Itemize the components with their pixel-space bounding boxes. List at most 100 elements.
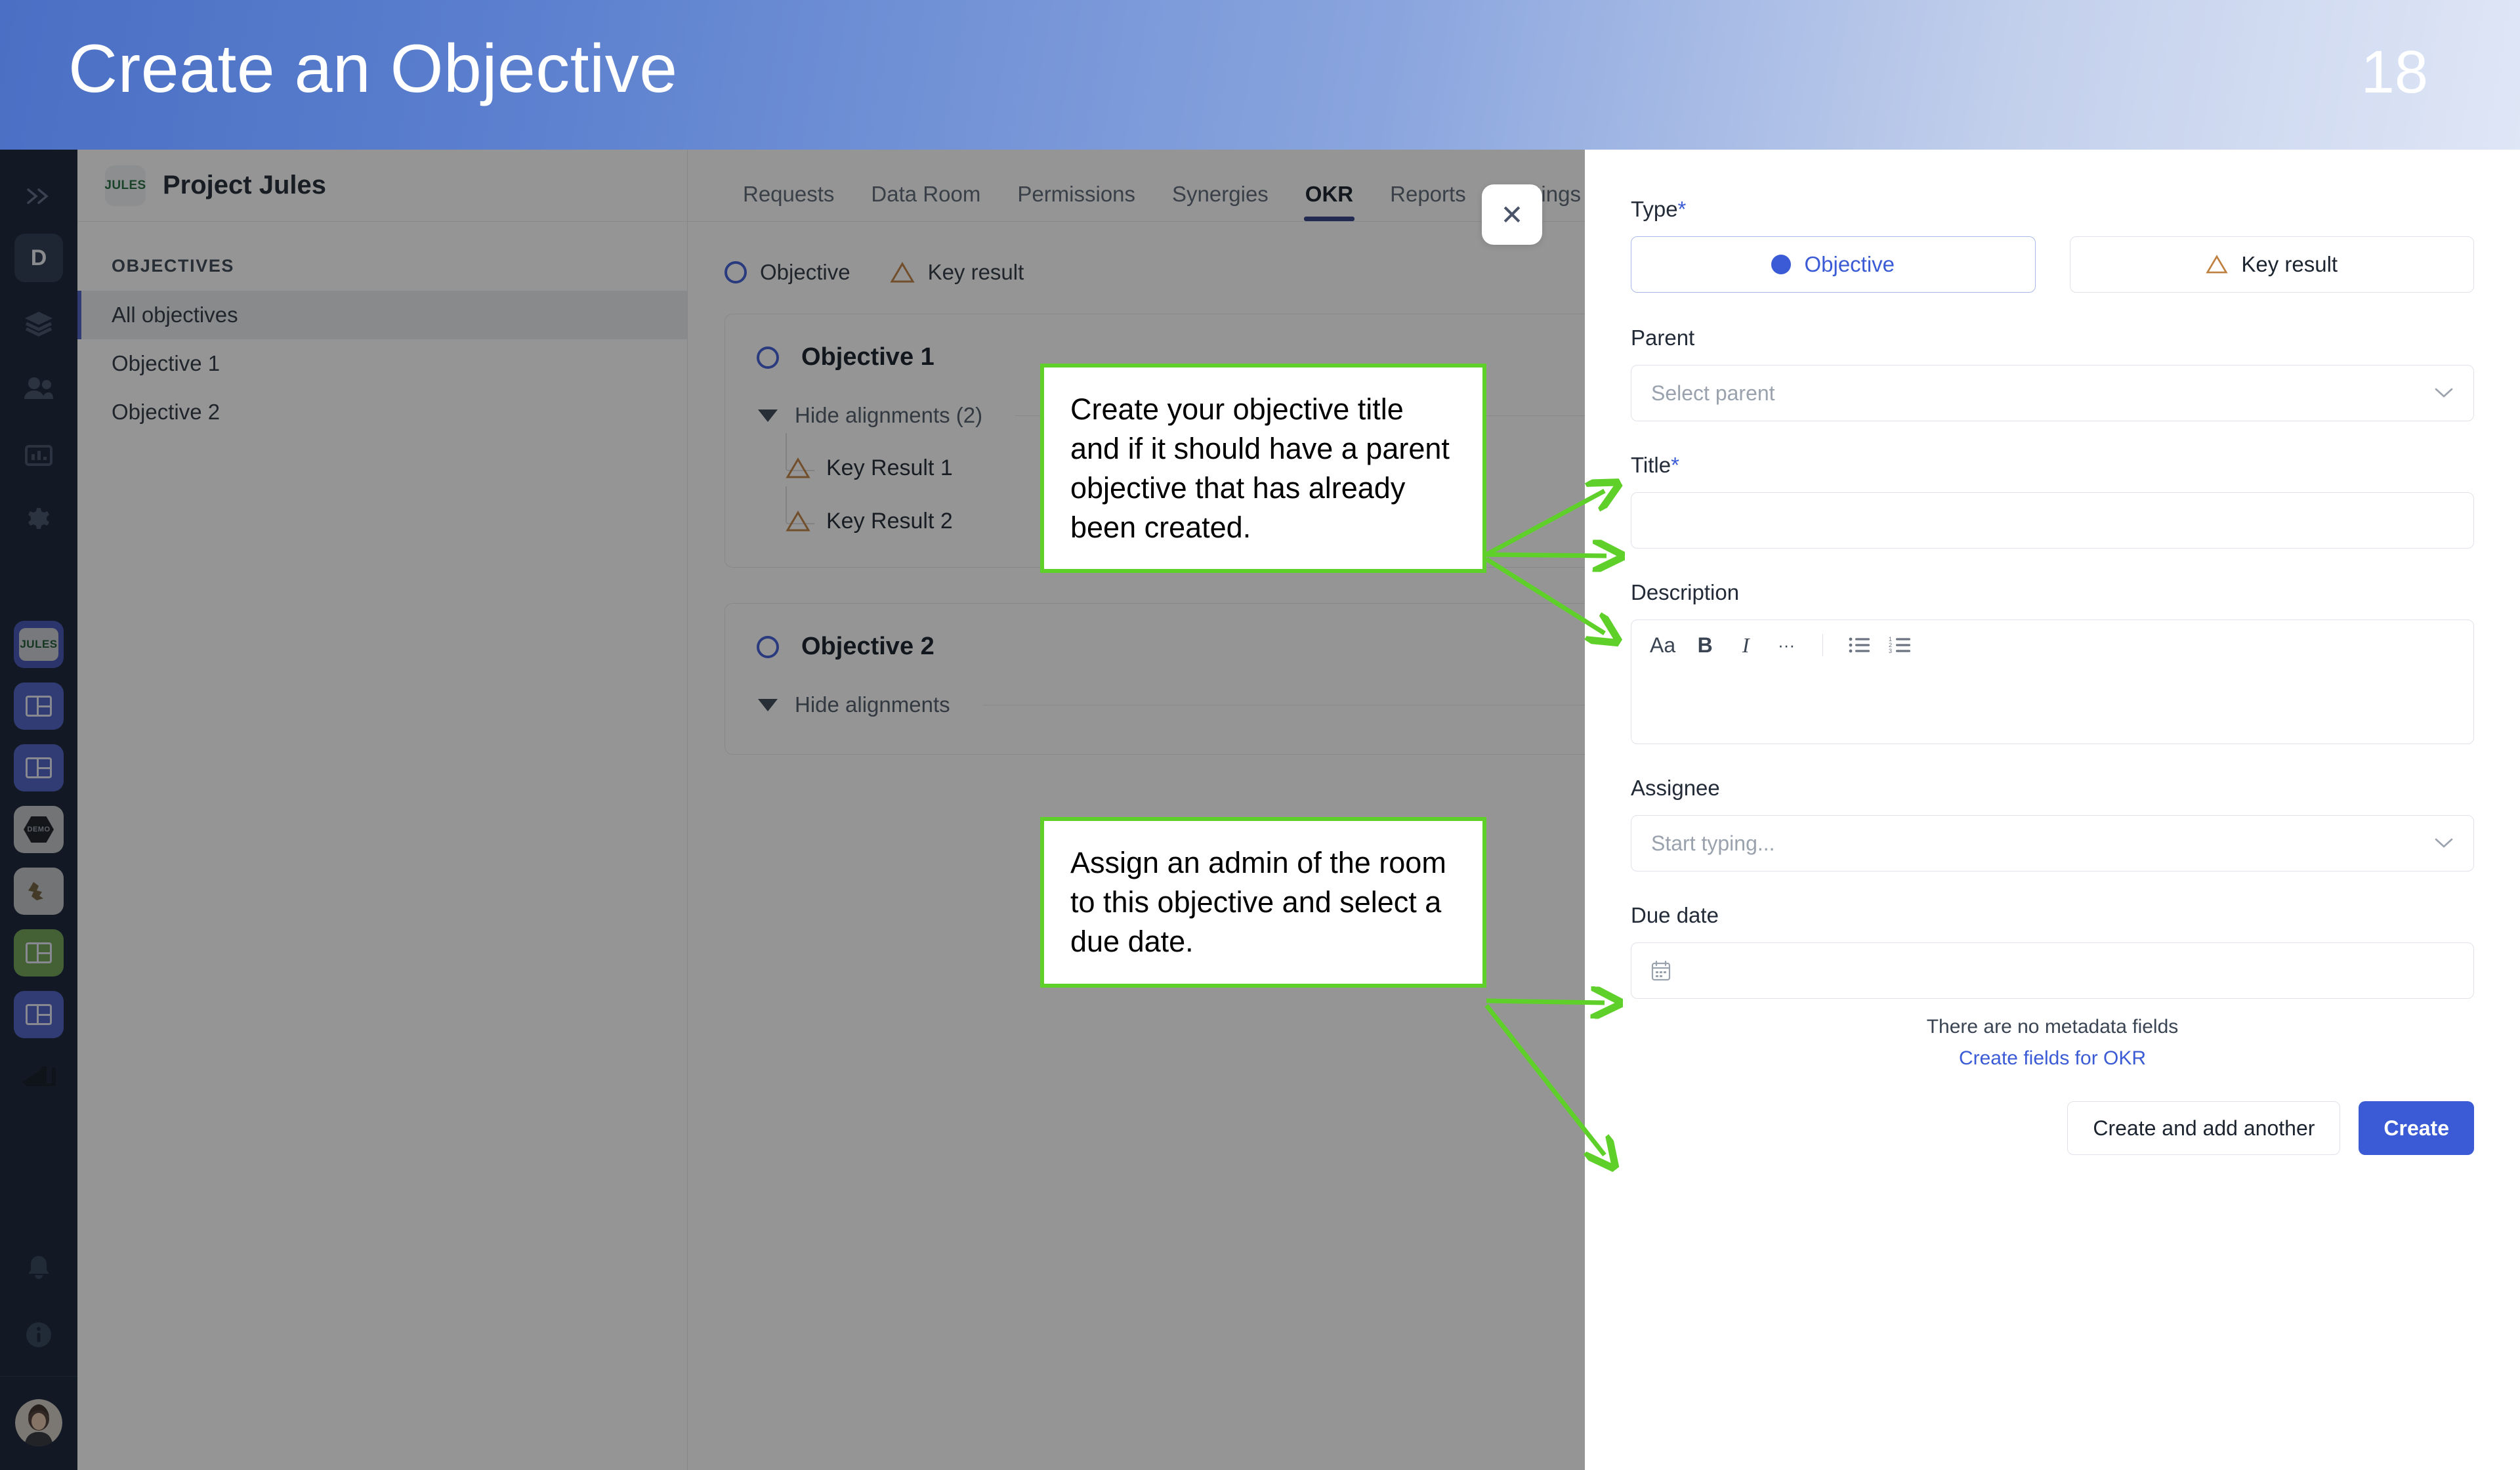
tab-data-room[interactable]: Data Room (852, 182, 999, 221)
chevron-down-icon (2434, 837, 2454, 849)
slide-number: 18 (2361, 39, 2428, 106)
objectives-sidebar: JULES Project Jules OBJECTIVES All objec… (77, 150, 688, 1470)
board-icon (26, 696, 52, 717)
key-result-triangle-icon (2206, 255, 2229, 274)
create-objective-drawer: Type* Objective Key result Parent Select… (1585, 150, 2520, 1470)
alignments-label: Hide alignments (2) (795, 403, 983, 427)
due-date-field-label: Due date (1631, 903, 1719, 927)
sidebar-item-label: All objectives (112, 303, 238, 327)
user-avatar[interactable] (15, 1399, 62, 1446)
legend-objective: Objective (724, 260, 850, 285)
create-button[interactable]: Create (2359, 1101, 2474, 1155)
sidebar-item-all-objectives[interactable]: All objectives (77, 291, 687, 339)
objective-circle-icon (757, 635, 779, 658)
project-tile-demo[interactable]: DEMO (14, 806, 64, 853)
slide-header: Create an Objective 18 (0, 0, 2520, 150)
legend-key-result-label: Key result (927, 260, 1024, 284)
chevron-down-icon (758, 409, 778, 422)
objective-dot-icon (1771, 255, 1792, 274)
tab-synergies[interactable]: Synergies (1154, 182, 1287, 221)
create-fields-link[interactable]: Create fields for OKR (1631, 1047, 2474, 1070)
numbered-list-icon[interactable]: 123 (1889, 632, 1911, 658)
type-field-label: Type* (1631, 197, 2474, 222)
description-editor[interactable]: Aa B I ··· 123 (1631, 620, 2474, 744)
page-title: Create an Objective (68, 31, 678, 107)
description-toolbar: Aa B I ··· 123 (1631, 620, 2473, 658)
project-tile-2[interactable] (14, 682, 64, 730)
rail-divider (0, 1376, 77, 1377)
due-date-input[interactable] (1631, 942, 2474, 999)
app-screenshot: D JULES DEMO JULES Project Jules OBJECTI… (0, 150, 2520, 1470)
project-name: Project Jules (163, 171, 327, 200)
svg-text:3: 3 (1889, 648, 1892, 654)
key-result-title: Key Result 1 (826, 455, 953, 480)
type-option-objective[interactable]: Objective (1631, 236, 2036, 293)
app-rail: D JULES DEMO (0, 150, 77, 1470)
callout-assignee-due: Assign an admin of the room to this obje… (1040, 817, 1486, 988)
tab-requests[interactable]: Requests (724, 182, 852, 221)
board-icon (26, 942, 52, 963)
more-formats-icon[interactable]: ··· (1775, 632, 1797, 658)
tab-permissions[interactable]: Permissions (999, 182, 1154, 221)
required-asterisk: * (1671, 453, 1679, 477)
callout-title-parent: Create your objective title and if it sh… (1040, 364, 1486, 574)
title-input[interactable] (1631, 492, 2474, 549)
board-icon (26, 757, 52, 778)
font-size-icon[interactable]: Aa (1650, 632, 1675, 658)
bulleted-list-icon[interactable] (1848, 632, 1870, 658)
expand-rail-icon[interactable] (14, 172, 63, 220)
type-option-key-result[interactable]: Key result (2069, 236, 2474, 293)
key-result-title: Key Result 2 (826, 509, 953, 534)
bold-icon[interactable]: B (1694, 632, 1716, 658)
alignments-label: Hide alignments (795, 692, 950, 717)
project-tile-8[interactable] (14, 1053, 64, 1100)
people-icon[interactable] (14, 365, 63, 413)
title-label-text: Title (1631, 453, 1671, 477)
parent-select[interactable]: Select parent (1631, 365, 2474, 421)
project-tile-5[interactable] (14, 868, 64, 915)
parent-field-label: Parent (1631, 326, 1695, 350)
title-field-label: Title* (1631, 453, 2474, 478)
type-option-label: Objective (1804, 252, 1895, 276)
objective-title: Objective 1 (801, 343, 934, 371)
project-tile-jules[interactable]: JULES (14, 621, 64, 668)
settings-gear-icon[interactable] (14, 496, 63, 545)
workspace-avatar[interactable]: D (14, 234, 63, 282)
sidebar-item-label: Objective 1 (112, 351, 220, 375)
italic-icon[interactable]: I (1734, 632, 1757, 658)
tab-reports[interactable]: Reports (1372, 182, 1484, 221)
analytics-icon[interactable] (14, 430, 63, 479)
sidebar-item-objective-1[interactable]: Objective 1 (77, 339, 687, 388)
project-logo-badge: JULES (104, 165, 146, 206)
close-drawer-button[interactable]: ✕ (1482, 184, 1542, 245)
notifications-bell-icon[interactable] (14, 1244, 63, 1292)
type-option-label: Key result (2241, 252, 2338, 276)
tab-okr[interactable]: OKR (1287, 182, 1372, 221)
legend-objective-label: Objective (760, 260, 850, 284)
toolbar-divider (1822, 634, 1824, 656)
objective-circle-icon (757, 346, 779, 369)
sidebar-item-label: Objective 2 (112, 400, 220, 424)
objective-circle-icon (724, 261, 747, 284)
assignee-placeholder: Start typing... (1651, 831, 1775, 855)
parent-placeholder: Select parent (1651, 381, 1775, 405)
assignee-select[interactable]: Start typing... (1631, 815, 2474, 872)
description-field-label: Description (1631, 580, 1740, 604)
info-icon[interactable] (14, 1311, 63, 1359)
required-asterisk: * (1677, 197, 1687, 221)
board-icon (26, 1004, 52, 1025)
type-label-text: Type (1631, 197, 1678, 221)
project-tile-6[interactable] (14, 929, 64, 976)
sidebar-item-objective-2[interactable]: Objective 2 (77, 388, 687, 436)
layers-icon[interactable] (14, 299, 63, 348)
project-tile-jules-label: JULES (19, 628, 58, 661)
calendar-icon (1651, 960, 1671, 981)
project-tile-3[interactable] (14, 744, 64, 791)
close-icon: ✕ (1500, 199, 1524, 230)
key-result-triangle-icon (786, 457, 810, 479)
project-tile-7[interactable] (14, 991, 64, 1038)
mascot-icon (28, 882, 43, 900)
assignee-field-label: Assignee (1631, 776, 1720, 800)
drawer-actions: Create and add another Create (1631, 1101, 2474, 1155)
create-and-add-another-button[interactable]: Create and add another (2067, 1101, 2341, 1155)
